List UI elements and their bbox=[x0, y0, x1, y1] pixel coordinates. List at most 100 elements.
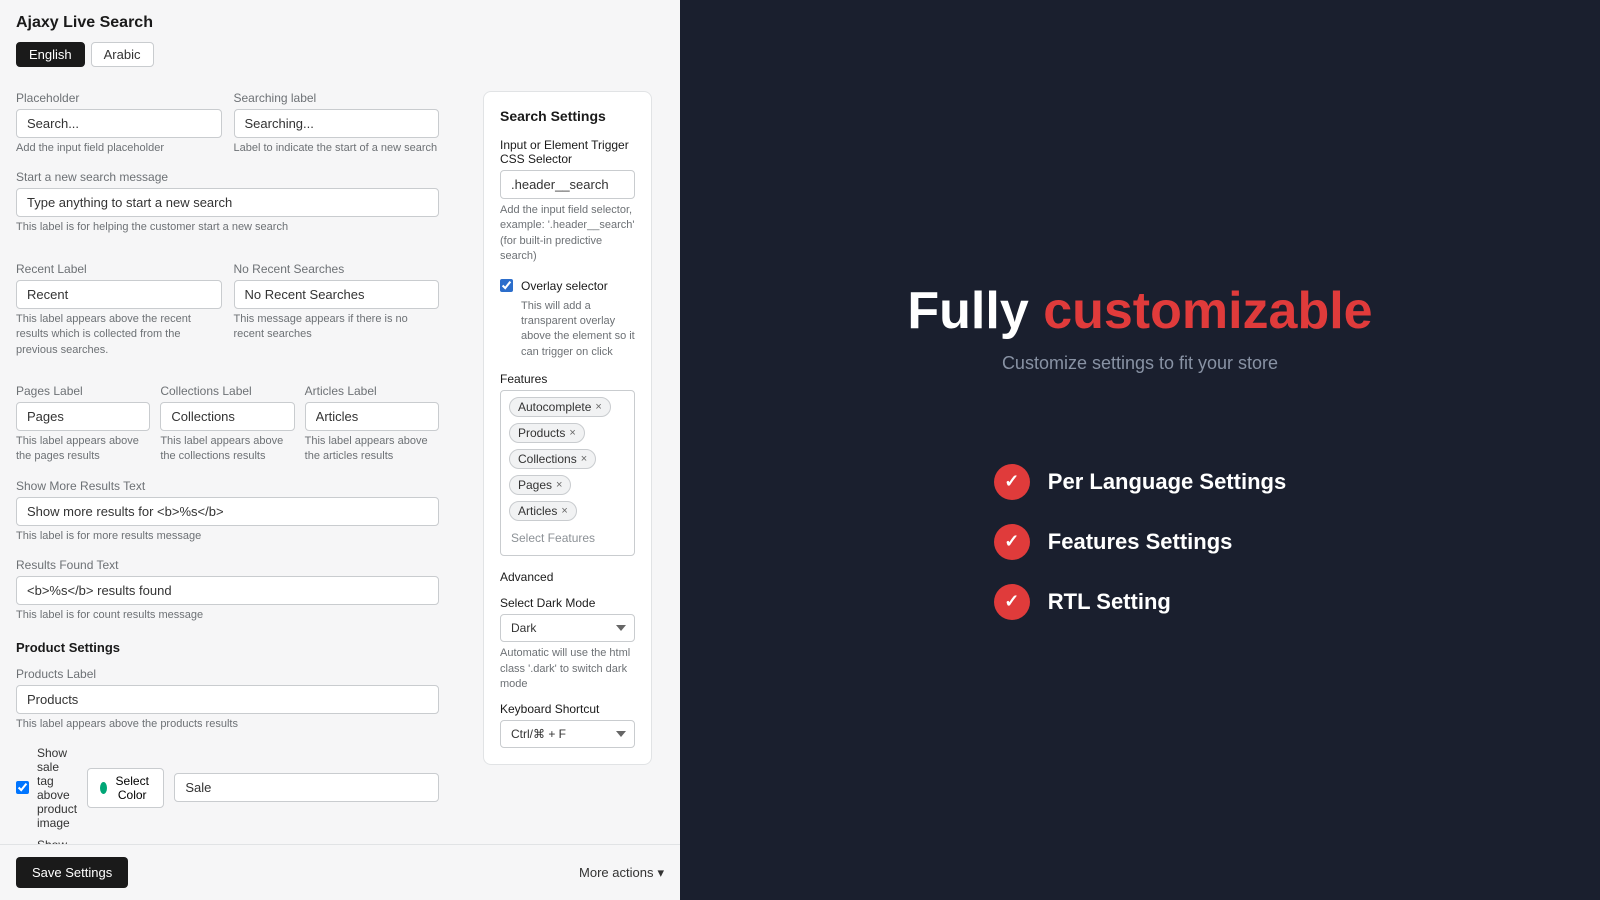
products-label-group: Products Label This label appears above … bbox=[16, 667, 439, 732]
css-selector-input[interactable] bbox=[500, 170, 635, 199]
dark-mode-select[interactable]: Dark Automatic Light bbox=[500, 614, 635, 642]
pages-label-hint: This label appears above the pages resul… bbox=[16, 434, 150, 465]
check-icon-2: ✓ bbox=[994, 524, 1030, 560]
start-new-search-input[interactable] bbox=[16, 188, 439, 217]
language-tabs: English Arabic bbox=[0, 42, 680, 79]
promo-heading-highlight: customizable bbox=[1043, 282, 1372, 340]
no-recent-searches-hint: This message appears if there is no rece… bbox=[234, 312, 440, 343]
start-new-search-group: Start a new search message This label is… bbox=[16, 170, 439, 235]
collections-label-hint: This label appears above the collections… bbox=[160, 434, 294, 465]
promo-features-list: ✓ Per Language Settings ✓ Features Setti… bbox=[994, 464, 1286, 620]
collections-label-text: Collections Label bbox=[160, 384, 294, 398]
show-sale-tag-checkbox[interactable] bbox=[16, 781, 29, 794]
features-label: Features bbox=[500, 372, 635, 386]
promo-subheading: Customize settings to fit your store bbox=[907, 353, 1372, 374]
check-icon-3: ✓ bbox=[994, 584, 1030, 620]
select-features-placeholder: Select Features bbox=[509, 527, 626, 549]
show-more-results-hint: This label is for more results message bbox=[16, 529, 439, 544]
show-more-results-group: Show More Results Text This label is for… bbox=[16, 479, 439, 544]
left-settings-panel: Ajaxy Live Search English Arabic Placeho… bbox=[0, 0, 680, 900]
pages-label-input[interactable] bbox=[16, 402, 150, 431]
promo-feature-2: ✓ Features Settings bbox=[994, 524, 1286, 560]
feature-tag-pages: Pages × bbox=[509, 475, 571, 495]
articles-label-text: Articles Label bbox=[305, 384, 439, 398]
no-recent-searches-group: No Recent Searches This message appears … bbox=[234, 250, 440, 358]
pages-collections-articles-row: Pages Label This label appears above the… bbox=[16, 372, 439, 465]
feature-tag-products-remove[interactable]: × bbox=[569, 427, 575, 439]
recent-label-input[interactable] bbox=[16, 280, 222, 309]
recent-label-hint: This label appears above the recent resu… bbox=[16, 312, 222, 358]
product-settings-title: Product Settings bbox=[16, 640, 439, 655]
sale-tag-input[interactable] bbox=[174, 773, 439, 802]
feature-tag-articles-label: Articles bbox=[518, 504, 557, 518]
searching-label-field-group: Searching label Label to indicate the st… bbox=[234, 79, 440, 156]
css-selector-group: Input or Element Trigger CSS Selector Ad… bbox=[500, 138, 635, 265]
features-tags-container: Autocomplete × Products × Collections × bbox=[509, 397, 626, 521]
feature-tag-collections-remove[interactable]: × bbox=[581, 453, 587, 465]
pages-label-text: Pages Label bbox=[16, 384, 150, 398]
promo-panel: Fully customizable Customize settings to… bbox=[680, 0, 1600, 900]
promo-feature-3-text: RTL Setting bbox=[1048, 589, 1171, 615]
check-icon-1: ✓ bbox=[994, 464, 1030, 500]
pages-label-group: Pages Label This label appears above the… bbox=[16, 372, 150, 465]
sale-color-select-button[interactable]: Select Color bbox=[87, 768, 164, 808]
dark-mode-hint: Automatic will use the html class '.dark… bbox=[500, 646, 635, 692]
searching-label-hint: Label to indicate the start of a new sea… bbox=[234, 141, 440, 156]
results-found-input[interactable] bbox=[16, 576, 439, 605]
no-recent-searches-label: No Recent Searches bbox=[234, 262, 440, 276]
features-input-area[interactable]: Autocomplete × Products × Collections × bbox=[500, 390, 635, 556]
promo-feature-2-text: Features Settings bbox=[1048, 529, 1233, 555]
promo-feature-1-text: Per Language Settings bbox=[1048, 469, 1286, 495]
articles-label-hint: This label appears above the articles re… bbox=[305, 434, 439, 465]
feature-tag-autocomplete-label: Autocomplete bbox=[518, 400, 591, 414]
recent-label: Recent Label bbox=[16, 262, 222, 276]
more-actions-button[interactable]: More actions ▾ bbox=[579, 865, 664, 881]
placeholder-input[interactable] bbox=[16, 109, 222, 138]
no-recent-searches-input[interactable] bbox=[234, 280, 440, 309]
keyboard-shortcut-label: Keyboard Shortcut bbox=[500, 702, 635, 716]
placeholder-label: Placeholder bbox=[16, 91, 222, 105]
feature-tag-articles-remove[interactable]: × bbox=[561, 505, 567, 517]
more-actions-chevron-icon: ▾ bbox=[657, 865, 664, 881]
products-label-input[interactable] bbox=[16, 685, 439, 714]
dark-mode-label: Select Dark Mode bbox=[500, 596, 635, 610]
show-more-results-input[interactable] bbox=[16, 497, 439, 526]
feature-tag-pages-remove[interactable]: × bbox=[556, 479, 562, 491]
placeholder-field-group: Placeholder Add the input field placehol… bbox=[16, 79, 222, 156]
css-selector-label: Input or Element Trigger CSS Selector bbox=[500, 138, 635, 166]
tab-arabic[interactable]: Arabic bbox=[91, 42, 154, 67]
searching-label-input[interactable] bbox=[234, 109, 440, 138]
overlay-selector-label: Overlay selector bbox=[521, 279, 608, 293]
promo-feature-3: ✓ RTL Setting bbox=[994, 584, 1286, 620]
overlay-selector-group: Overlay selector This will add a transpa… bbox=[500, 277, 635, 361]
search-settings-panel: Search Settings Input or Element Trigger… bbox=[483, 91, 652, 765]
collections-label-input[interactable] bbox=[160, 402, 294, 431]
sale-tag-row: Show sale tag above product image Select… bbox=[16, 746, 439, 830]
recent-label-group: Recent Label This label appears above th… bbox=[16, 250, 222, 358]
feature-tag-autocomplete: Autocomplete × bbox=[509, 397, 611, 417]
start-new-search-label: Start a new search message bbox=[16, 170, 439, 184]
advanced-label: Advanced bbox=[500, 570, 635, 584]
show-more-results-label: Show More Results Text bbox=[16, 479, 439, 493]
overlay-checkbox[interactable] bbox=[500, 279, 513, 292]
app-title: Ajaxy Live Search bbox=[0, 0, 680, 42]
placeholder-searching-row: Placeholder Add the input field placehol… bbox=[16, 79, 439, 156]
articles-label-input[interactable] bbox=[305, 402, 439, 431]
products-label-text: Products Label bbox=[16, 667, 439, 681]
articles-label-group: Articles Label This label appears above … bbox=[305, 372, 439, 465]
searching-label-label: Searching label bbox=[234, 91, 440, 105]
feature-tag-products-label: Products bbox=[518, 426, 565, 440]
keyboard-shortcut-select[interactable]: Ctrl/⌘ + F Ctrl/⌘ + K None bbox=[500, 720, 635, 748]
feature-tag-collections: Collections × bbox=[509, 449, 596, 469]
promo-heading-text: Fully bbox=[907, 282, 1043, 340]
results-found-group: Results Found Text This label is for cou… bbox=[16, 558, 439, 623]
feature-tag-collections-label: Collections bbox=[518, 452, 577, 466]
tab-english[interactable]: English bbox=[16, 42, 85, 67]
placeholder-hint: Add the input field placeholder bbox=[16, 141, 222, 156]
overlay-selector-hint: This will add a transparent overlay abov… bbox=[521, 299, 635, 361]
feature-tag-products: Products × bbox=[509, 423, 585, 443]
save-settings-button[interactable]: Save Settings bbox=[16, 857, 128, 888]
feature-tag-autocomplete-remove[interactable]: × bbox=[595, 401, 601, 413]
more-actions-label: More actions bbox=[579, 865, 653, 880]
promo-feature-1: ✓ Per Language Settings bbox=[994, 464, 1286, 500]
